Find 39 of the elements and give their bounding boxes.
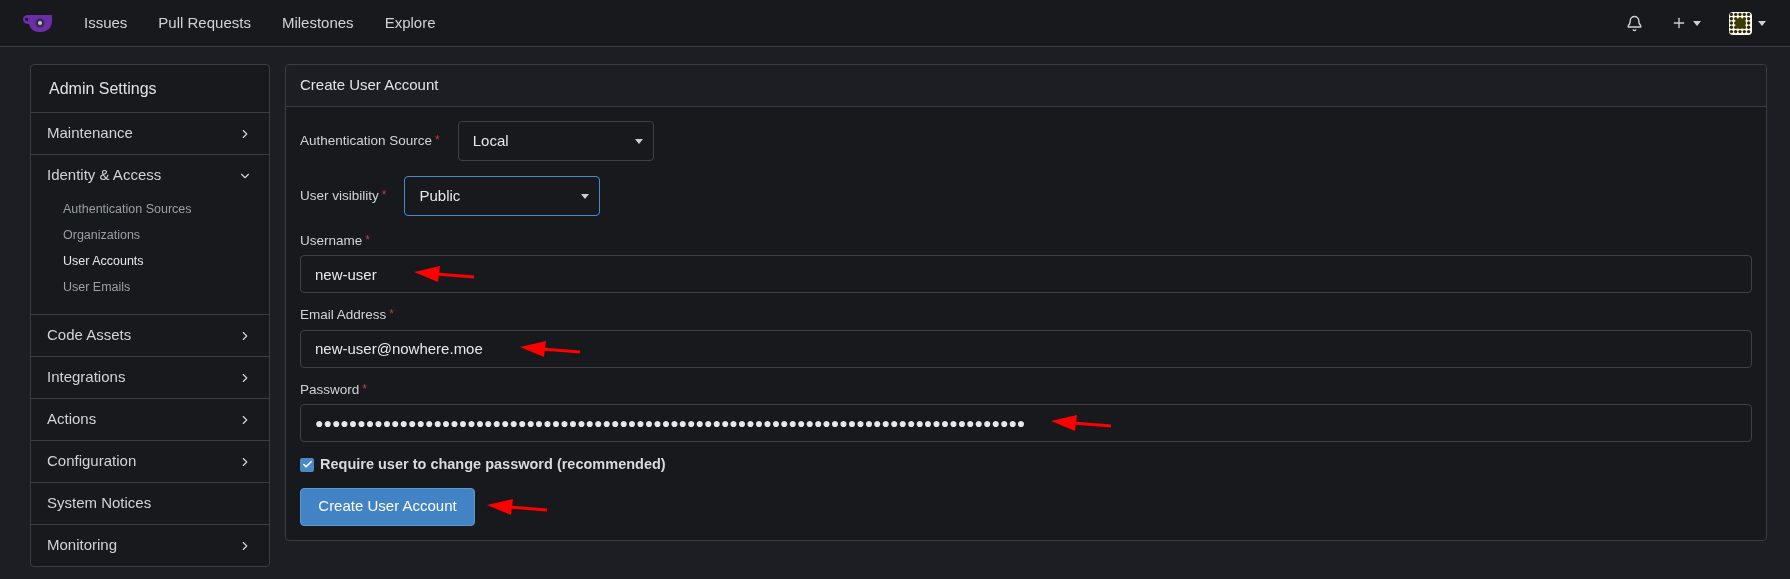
- create-account-button[interactable]: Create User Account: [300, 487, 475, 526]
- sidebar-title: Admin Settings: [31, 65, 269, 113]
- plus-icon[interactable]: [1671, 15, 1687, 31]
- avatar-icon[interactable]: [1729, 11, 1752, 35]
- nav-link[interactable]: Issues: [84, 11, 128, 35]
- select-field[interactable]: Local: [457, 121, 654, 161]
- field-label: User visibility *: [300, 186, 387, 205]
- caret-icon: [1693, 20, 1701, 26]
- sidebar-subitem[interactable]: Authentication Sources: [31, 196, 269, 222]
- sidebar-item[interactable]: System Notices: [31, 483, 269, 524]
- field-label: Authentication Source *: [300, 131, 440, 150]
- sidebar-item[interactable]: Configuration: [31, 441, 269, 482]
- caret-icon: [1758, 20, 1766, 26]
- password-field[interactable]: ●●●●●●●●●●●●●●●●●●●●●●●●●●●●●●●●●●●●●●●●●●●●●●●●●●●●●●●●●●●●●●●●●●●●●●●●●●●●●●●●●●●●: [300, 403, 1752, 442]
- sidebar-item[interactable]: Code Assets: [31, 315, 269, 356]
- panel-title: Create User Account: [286, 65, 1766, 107]
- sidebar-item[interactable]: Integrations: [31, 357, 269, 398]
- checkbox-label: Require user to change password (recommended): [320, 454, 666, 474]
- field-label: Email Address *: [300, 306, 395, 325]
- sidebar-item[interactable]: Actions: [31, 399, 269, 440]
- sidebar-subitem[interactable]: User Emails: [31, 274, 269, 300]
- nav-link[interactable]: Explore: [384, 11, 436, 35]
- logo-icon[interactable]: [22, 13, 54, 33]
- text-field[interactable]: new-user: [300, 255, 1752, 294]
- sidebar-subitem[interactable]: User Accounts: [31, 248, 269, 274]
- sidebar-item[interactable]: Identity & Access: [31, 155, 269, 196]
- dropdown-caret-icon: [581, 193, 590, 199]
- field-label: Username *: [300, 232, 371, 250]
- text-field[interactable]: new-user@nowhere.moe: [300, 329, 1752, 368]
- sidebar-item[interactable]: Monitoring: [31, 525, 269, 566]
- dropdown-caret-icon: [634, 138, 643, 144]
- sidebar-subitem[interactable]: Organizations: [31, 222, 269, 248]
- checkbox[interactable]: [300, 457, 314, 472]
- field-label: Password *: [300, 380, 368, 399]
- select-field[interactable]: Public: [404, 176, 601, 216]
- notification-icon[interactable]: [1626, 14, 1643, 32]
- nav-link[interactable]: Milestones: [281, 11, 354, 35]
- nav-link[interactable]: Pull Requests: [158, 11, 251, 35]
- sidebar-item[interactable]: Maintenance: [31, 113, 269, 154]
